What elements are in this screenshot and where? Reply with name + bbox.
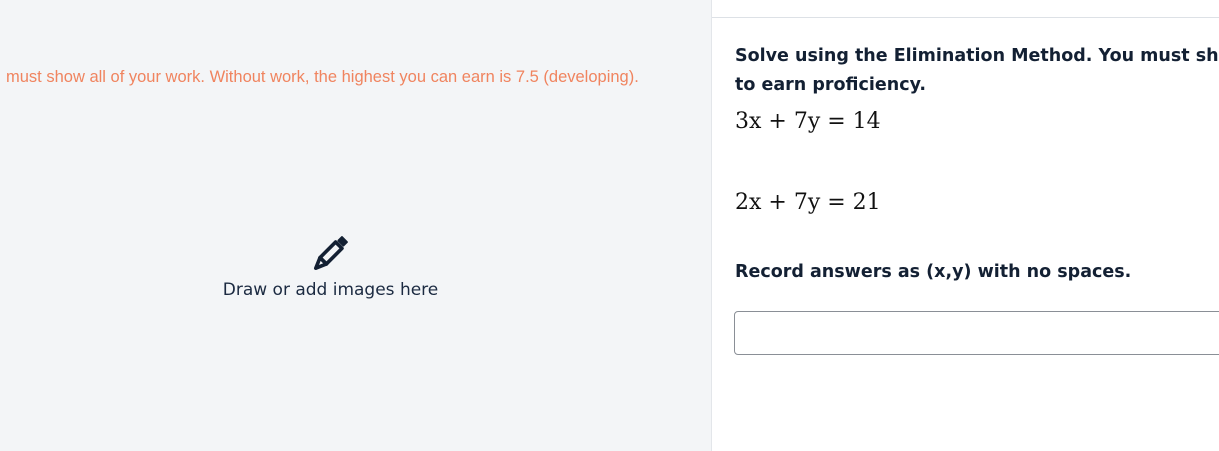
draw-or-add-images-button[interactable]: Draw or add images here bbox=[200, 226, 461, 308]
header-divider bbox=[712, 17, 1219, 18]
pencil-icon bbox=[308, 230, 354, 276]
equation-1: 3x + 7y = 14 bbox=[735, 109, 881, 134]
draw-prompt-label: Draw or add images here bbox=[222, 280, 439, 300]
question-prompt: Solve using the Elimination Method. You … bbox=[735, 46, 1219, 95]
question-panel: Solve using the Elimination Method. You … bbox=[712, 0, 1219, 451]
work-instruction: must show all of your work. Without work… bbox=[6, 68, 639, 86]
work-canvas[interactable]: must show all of your work. Without work… bbox=[0, 0, 711, 451]
equation-2: 2x + 7y = 21 bbox=[735, 190, 881, 215]
answer-input[interactable] bbox=[734, 311, 1219, 355]
answer-instruction: Record answers as (x,y) with no spaces. bbox=[735, 262, 1132, 282]
